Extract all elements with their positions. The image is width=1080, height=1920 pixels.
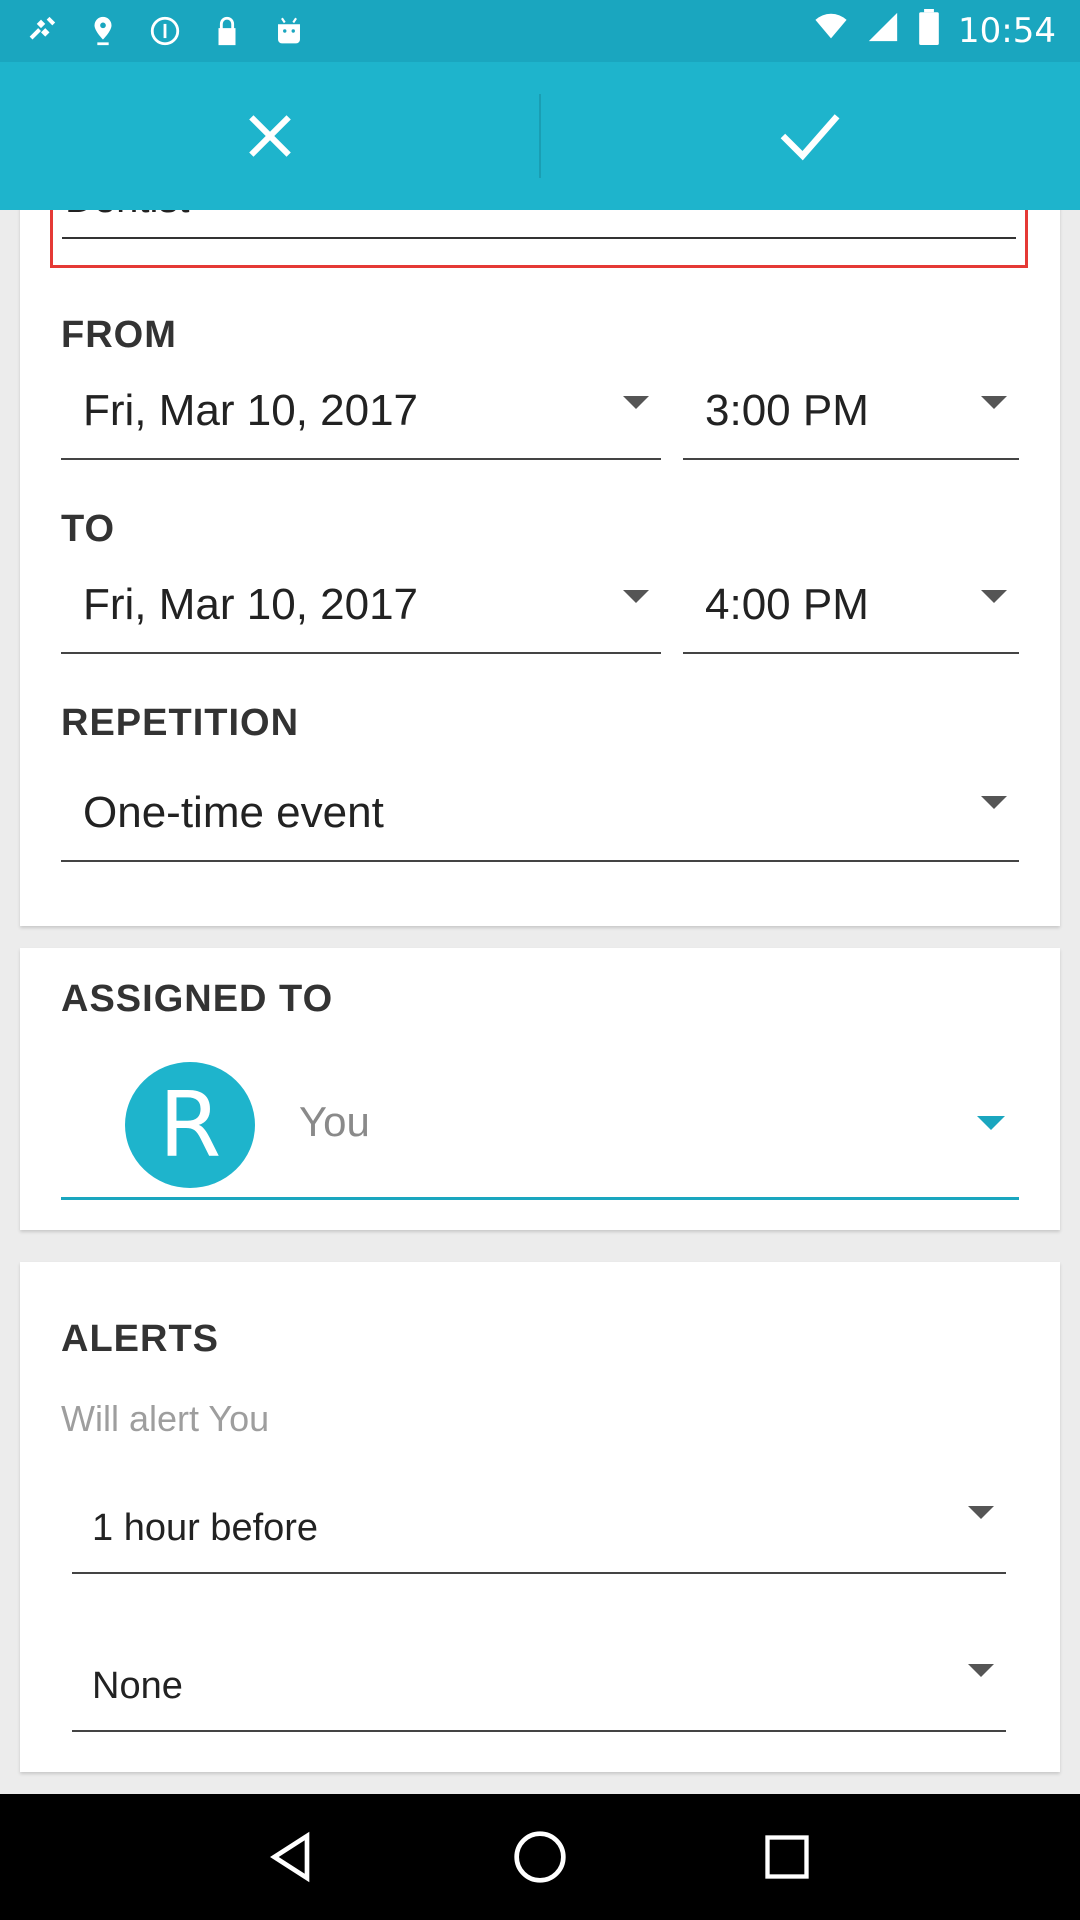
repetition-label: REPETITION: [61, 702, 300, 744]
status-right: 10:54: [814, 8, 1056, 54]
from-date-dropdown[interactable]: Fri, Mar 10, 2017: [61, 370, 661, 460]
chevron-down-icon: [981, 796, 1007, 809]
title-text: Dentist: [65, 210, 190, 222]
battery-icon: [918, 8, 940, 54]
to-label: TO: [61, 508, 116, 550]
home-circle-icon: [514, 1831, 566, 1883]
close-icon: [249, 115, 291, 157]
lock-icon: [210, 14, 244, 48]
fake-gps-icon: [24, 14, 58, 48]
from-date-value: Fri, Mar 10, 2017: [83, 386, 419, 435]
from-time-dropdown[interactable]: 3:00 PM: [683, 370, 1019, 460]
assigned-card: ASSIGNED TO R You: [20, 948, 1060, 1230]
from-time-value: 3:00 PM: [705, 386, 869, 435]
chevron-down-icon: [968, 1506, 994, 1519]
title-field[interactable]: Dentist: [50, 210, 1028, 268]
chevron-down-icon: [981, 396, 1007, 409]
chevron-down-icon: [977, 1116, 1005, 1130]
title-underline: [62, 237, 1016, 239]
assignee-dropdown[interactable]: R You: [61, 1048, 1019, 1200]
action-bar: [0, 62, 1080, 210]
alerts-label: ALERTS: [61, 1318, 219, 1360]
android-icon: [272, 14, 306, 48]
signal-icon: [866, 10, 900, 53]
back-triangle-icon: [270, 1831, 310, 1883]
status-time: 10:54: [958, 11, 1056, 51]
chevron-down-icon: [623, 590, 649, 603]
home-button[interactable]: [500, 1817, 580, 1897]
alert-1-value: 1 hour before: [92, 1507, 319, 1549]
alert-2-dropdown[interactable]: None: [72, 1638, 1006, 1732]
repetition-dropdown[interactable]: One-time event: [61, 770, 1019, 862]
action-divider: [539, 94, 541, 178]
back-button[interactable]: [253, 1817, 333, 1897]
navigation-bar: [0, 1794, 1080, 1920]
chevron-down-icon: [623, 396, 649, 409]
content-area: Dentist FROM Fri, Mar 10, 2017 3:00 PM T…: [0, 210, 1080, 1794]
alert-2-value: None: [92, 1665, 183, 1707]
to-date-dropdown[interactable]: Fri, Mar 10, 2017: [61, 564, 661, 654]
chevron-down-icon: [968, 1664, 994, 1677]
from-label: FROM: [61, 314, 177, 356]
status-bar: 10:54: [0, 0, 1080, 62]
status-icons: [24, 14, 306, 48]
confirm-button[interactable]: [540, 62, 1080, 210]
alert-1-dropdown[interactable]: 1 hour before: [72, 1480, 1006, 1574]
to-time-dropdown[interactable]: 4:00 PM: [683, 564, 1019, 654]
sync-icon: [148, 14, 182, 48]
recents-square-icon: [764, 1835, 809, 1879]
to-time-value: 4:00 PM: [705, 580, 869, 629]
location-icon: [86, 14, 120, 48]
alerts-card: ALERTS Will alert You 1 hour before None: [20, 1262, 1060, 1772]
alerts-subtitle: Will alert You: [61, 1398, 270, 1439]
recents-button[interactable]: [747, 1817, 827, 1897]
assigned-label: ASSIGNED TO: [61, 978, 334, 1020]
avatar: R: [125, 1062, 255, 1188]
assignee-name: You: [299, 1098, 370, 1145]
event-details-card: Dentist FROM Fri, Mar 10, 2017 3:00 PM T…: [20, 210, 1060, 926]
repetition-value: One-time event: [83, 788, 384, 837]
chevron-down-icon: [981, 590, 1007, 603]
check-icon: [780, 114, 840, 161]
wifi-icon: [814, 10, 848, 53]
to-date-value: Fri, Mar 10, 2017: [83, 580, 419, 629]
cancel-button[interactable]: [0, 62, 540, 210]
